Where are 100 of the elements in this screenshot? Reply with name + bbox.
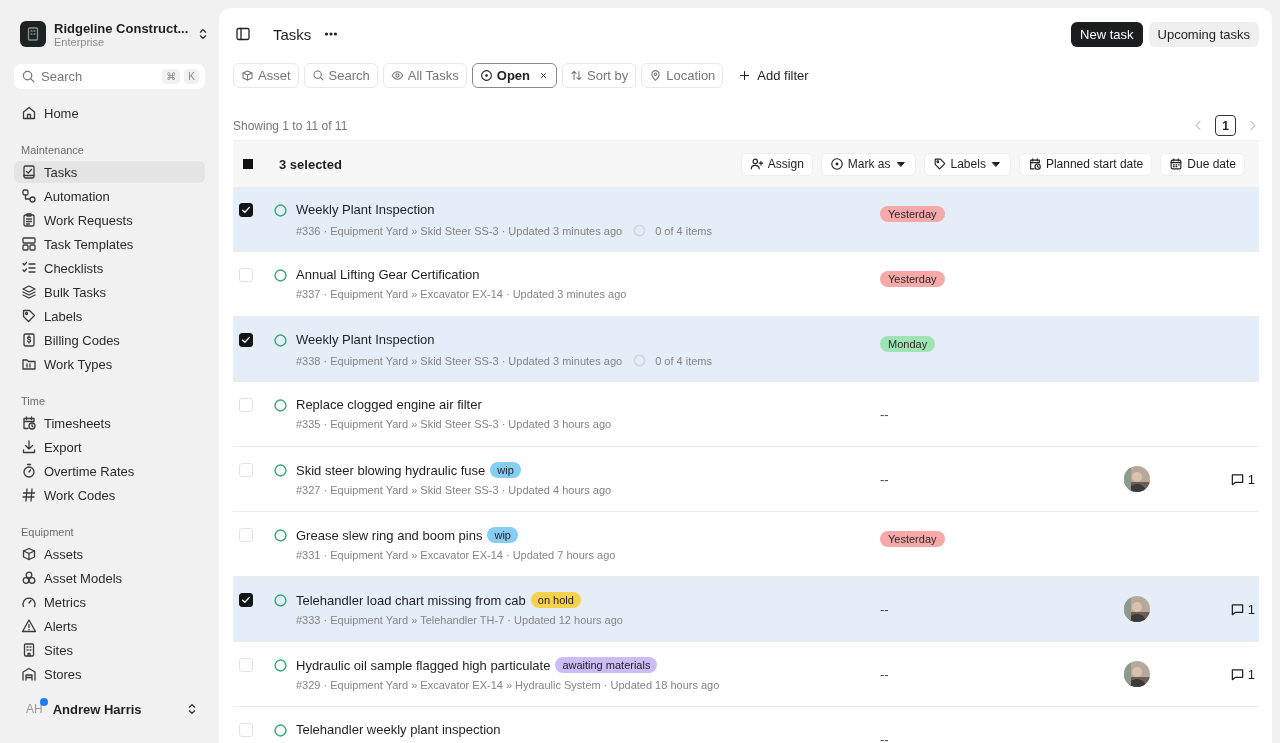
row-checkbox[interactable] — [239, 333, 253, 347]
task-title[interactable]: Skid steer blowing hydraulic fuse — [296, 462, 486, 478]
user-menu[interactable]: AH Andrew Harris — [14, 695, 205, 723]
sidebar-item[interactable]: Bulk Tasks — [14, 281, 205, 303]
task-title[interactable]: Weekly Plant Inspection — [296, 202, 435, 217]
sidebar-item[interactable]: Checklists — [14, 257, 205, 279]
tag-icon — [932, 157, 947, 171]
sidebar-item[interactable]: Automation — [14, 185, 205, 207]
pin-icon — [649, 69, 663, 82]
due-date: -- — [880, 731, 889, 743]
task-title[interactable]: Telehandler weekly plant inspection — [296, 722, 501, 737]
filter-chip[interactable]: Search — [303, 63, 378, 88]
new-task-button[interactable]: New task — [1071, 21, 1143, 47]
filter-chip[interactable]: Open — [471, 63, 557, 88]
layers-icon — [21, 284, 37, 300]
status-circle-icon — [273, 398, 288, 413]
box-icon — [21, 546, 37, 562]
workspace-plan: Enterprise — [54, 35, 105, 48]
comment-count[interactable]: 1 — [1229, 601, 1255, 617]
sidebar-item[interactable]: Work Requests — [14, 209, 205, 231]
bulk-action-button[interactable]: Due date — [1160, 152, 1245, 176]
bulk-action-button[interactable]: Mark as — [820, 152, 916, 176]
task-title[interactable]: Weekly Plant Inspection — [296, 332, 435, 347]
task-title[interactable]: Grease slew ring and boom pins — [296, 527, 483, 543]
due-date-badge: Yesterday — [880, 531, 945, 547]
section-heading: Time — [20, 394, 47, 409]
status-circle-icon — [273, 268, 288, 283]
box-icon — [241, 69, 254, 82]
dollar-icon — [21, 332, 37, 348]
section-heading: Equipment — [20, 525, 75, 540]
page-title: Tasks — [273, 25, 312, 43]
bulk-action-button[interactable]: Planned start date — [1018, 152, 1153, 176]
sidebar-item[interactable]: Home — [14, 102, 205, 124]
sidebar-item[interactable]: Billing Codes — [14, 329, 205, 351]
task-label: wip — [487, 527, 518, 543]
select-all-checkbox[interactable] — [243, 159, 253, 169]
task-title[interactable]: Telehandler load chart missing from cab — [296, 592, 526, 608]
sidebar-item[interactable]: Overtime Rates — [14, 460, 205, 482]
row-checkbox[interactable] — [239, 203, 253, 217]
task-title[interactable]: Hydraulic oil sample flagged high particulate — [296, 657, 551, 673]
stopwatch-icon — [21, 463, 37, 479]
filter-chip[interactable]: Sort by — [562, 63, 637, 88]
page-button[interactable]: 1 — [1215, 115, 1236, 136]
building-icon — [21, 642, 37, 658]
sidebar-item[interactable]: Tasks — [14, 161, 205, 183]
status-circle-icon — [273, 528, 288, 543]
sidebar-item[interactable]: Work Types — [14, 353, 205, 375]
gauge-icon — [21, 594, 37, 610]
workspace-switcher[interactable]: Ridgeline Construct... Enterprise — [14, 20, 205, 48]
workspace-name: Ridgeline Construct... — [54, 20, 189, 36]
status-circle-icon — [273, 203, 288, 218]
due-date-badge: Yesterday — [880, 271, 945, 287]
sort-icon — [570, 69, 583, 82]
sidebar-item[interactable]: Sites — [14, 639, 205, 661]
user-initials: AH — [26, 702, 43, 716]
task-details: #338 · Equipment Yard » Skid Steer SS-3 · Updated 3 minutes ago — [296, 354, 623, 367]
sidebar-item[interactable]: Export — [14, 436, 205, 458]
comment-count[interactable]: 1 — [1229, 471, 1255, 487]
sidebar-item[interactable]: Metrics — [14, 591, 205, 613]
status-circle-icon — [273, 593, 288, 608]
task-title[interactable]: Annual Lifting Gear Certification — [296, 267, 480, 282]
sidebar-item[interactable]: Asset Models — [14, 567, 205, 589]
checklist-progress: 0 of 4 items — [655, 354, 712, 367]
list-check-icon — [21, 260, 37, 276]
sidebar-item[interactable]: Task Templates — [14, 233, 205, 255]
sidebar-item[interactable]: Alerts — [14, 615, 205, 637]
due-date: -- — [880, 666, 889, 682]
calendar-clock-icon — [1027, 157, 1042, 171]
sidebar-item[interactable]: Labels — [14, 305, 205, 327]
task-label: wip — [490, 462, 521, 478]
comment-count[interactable]: 1 — [1229, 666, 1255, 682]
task-details: #331 · Equipment Yard » Excavator EX-14 · Updated 7 hours ago — [296, 549, 616, 561]
results-summary: Showing 1 to 11 of 11 — [233, 118, 348, 133]
sidebar-item[interactable]: Work Codes — [14, 484, 205, 506]
bulk-action-button[interactable]: Labels — [923, 152, 1011, 176]
checkmark-icon — [240, 594, 252, 606]
status-circle-icon — [273, 463, 288, 478]
add-filter-button[interactable]: Add filter — [728, 68, 819, 83]
task-title[interactable]: Replace clogged engine air filter — [296, 397, 482, 412]
checklist-progress: 0 of 4 items — [655, 224, 712, 237]
status-circle-icon — [273, 658, 288, 673]
upcoming-tasks-button[interactable]: Upcoming tasks — [1148, 21, 1259, 47]
sidebar-item[interactable]: Assets — [14, 543, 205, 565]
filter-chip[interactable]: Asset — [233, 63, 299, 88]
comment-icon — [1229, 471, 1245, 487]
filter-chip[interactable]: Location — [641, 63, 724, 88]
sidebar-item[interactable]: Timesheets — [14, 412, 205, 434]
warning-icon — [21, 618, 37, 634]
eye-icon — [390, 69, 404, 82]
sidebar-item[interactable]: Stores — [14, 663, 205, 685]
flow-icon — [21, 188, 37, 204]
person-plus-icon — [749, 157, 764, 171]
row-checkbox[interactable] — [239, 593, 253, 607]
filter-chip[interactable]: All Tasks — [382, 63, 467, 88]
shapes-icon — [21, 570, 37, 586]
due-date-badge: Yesterday — [880, 206, 945, 222]
circle-dot-icon — [479, 69, 493, 82]
bulk-action-button[interactable]: Assign — [740, 152, 813, 176]
folder-icon — [21, 356, 37, 372]
status-circle-icon — [273, 723, 288, 738]
